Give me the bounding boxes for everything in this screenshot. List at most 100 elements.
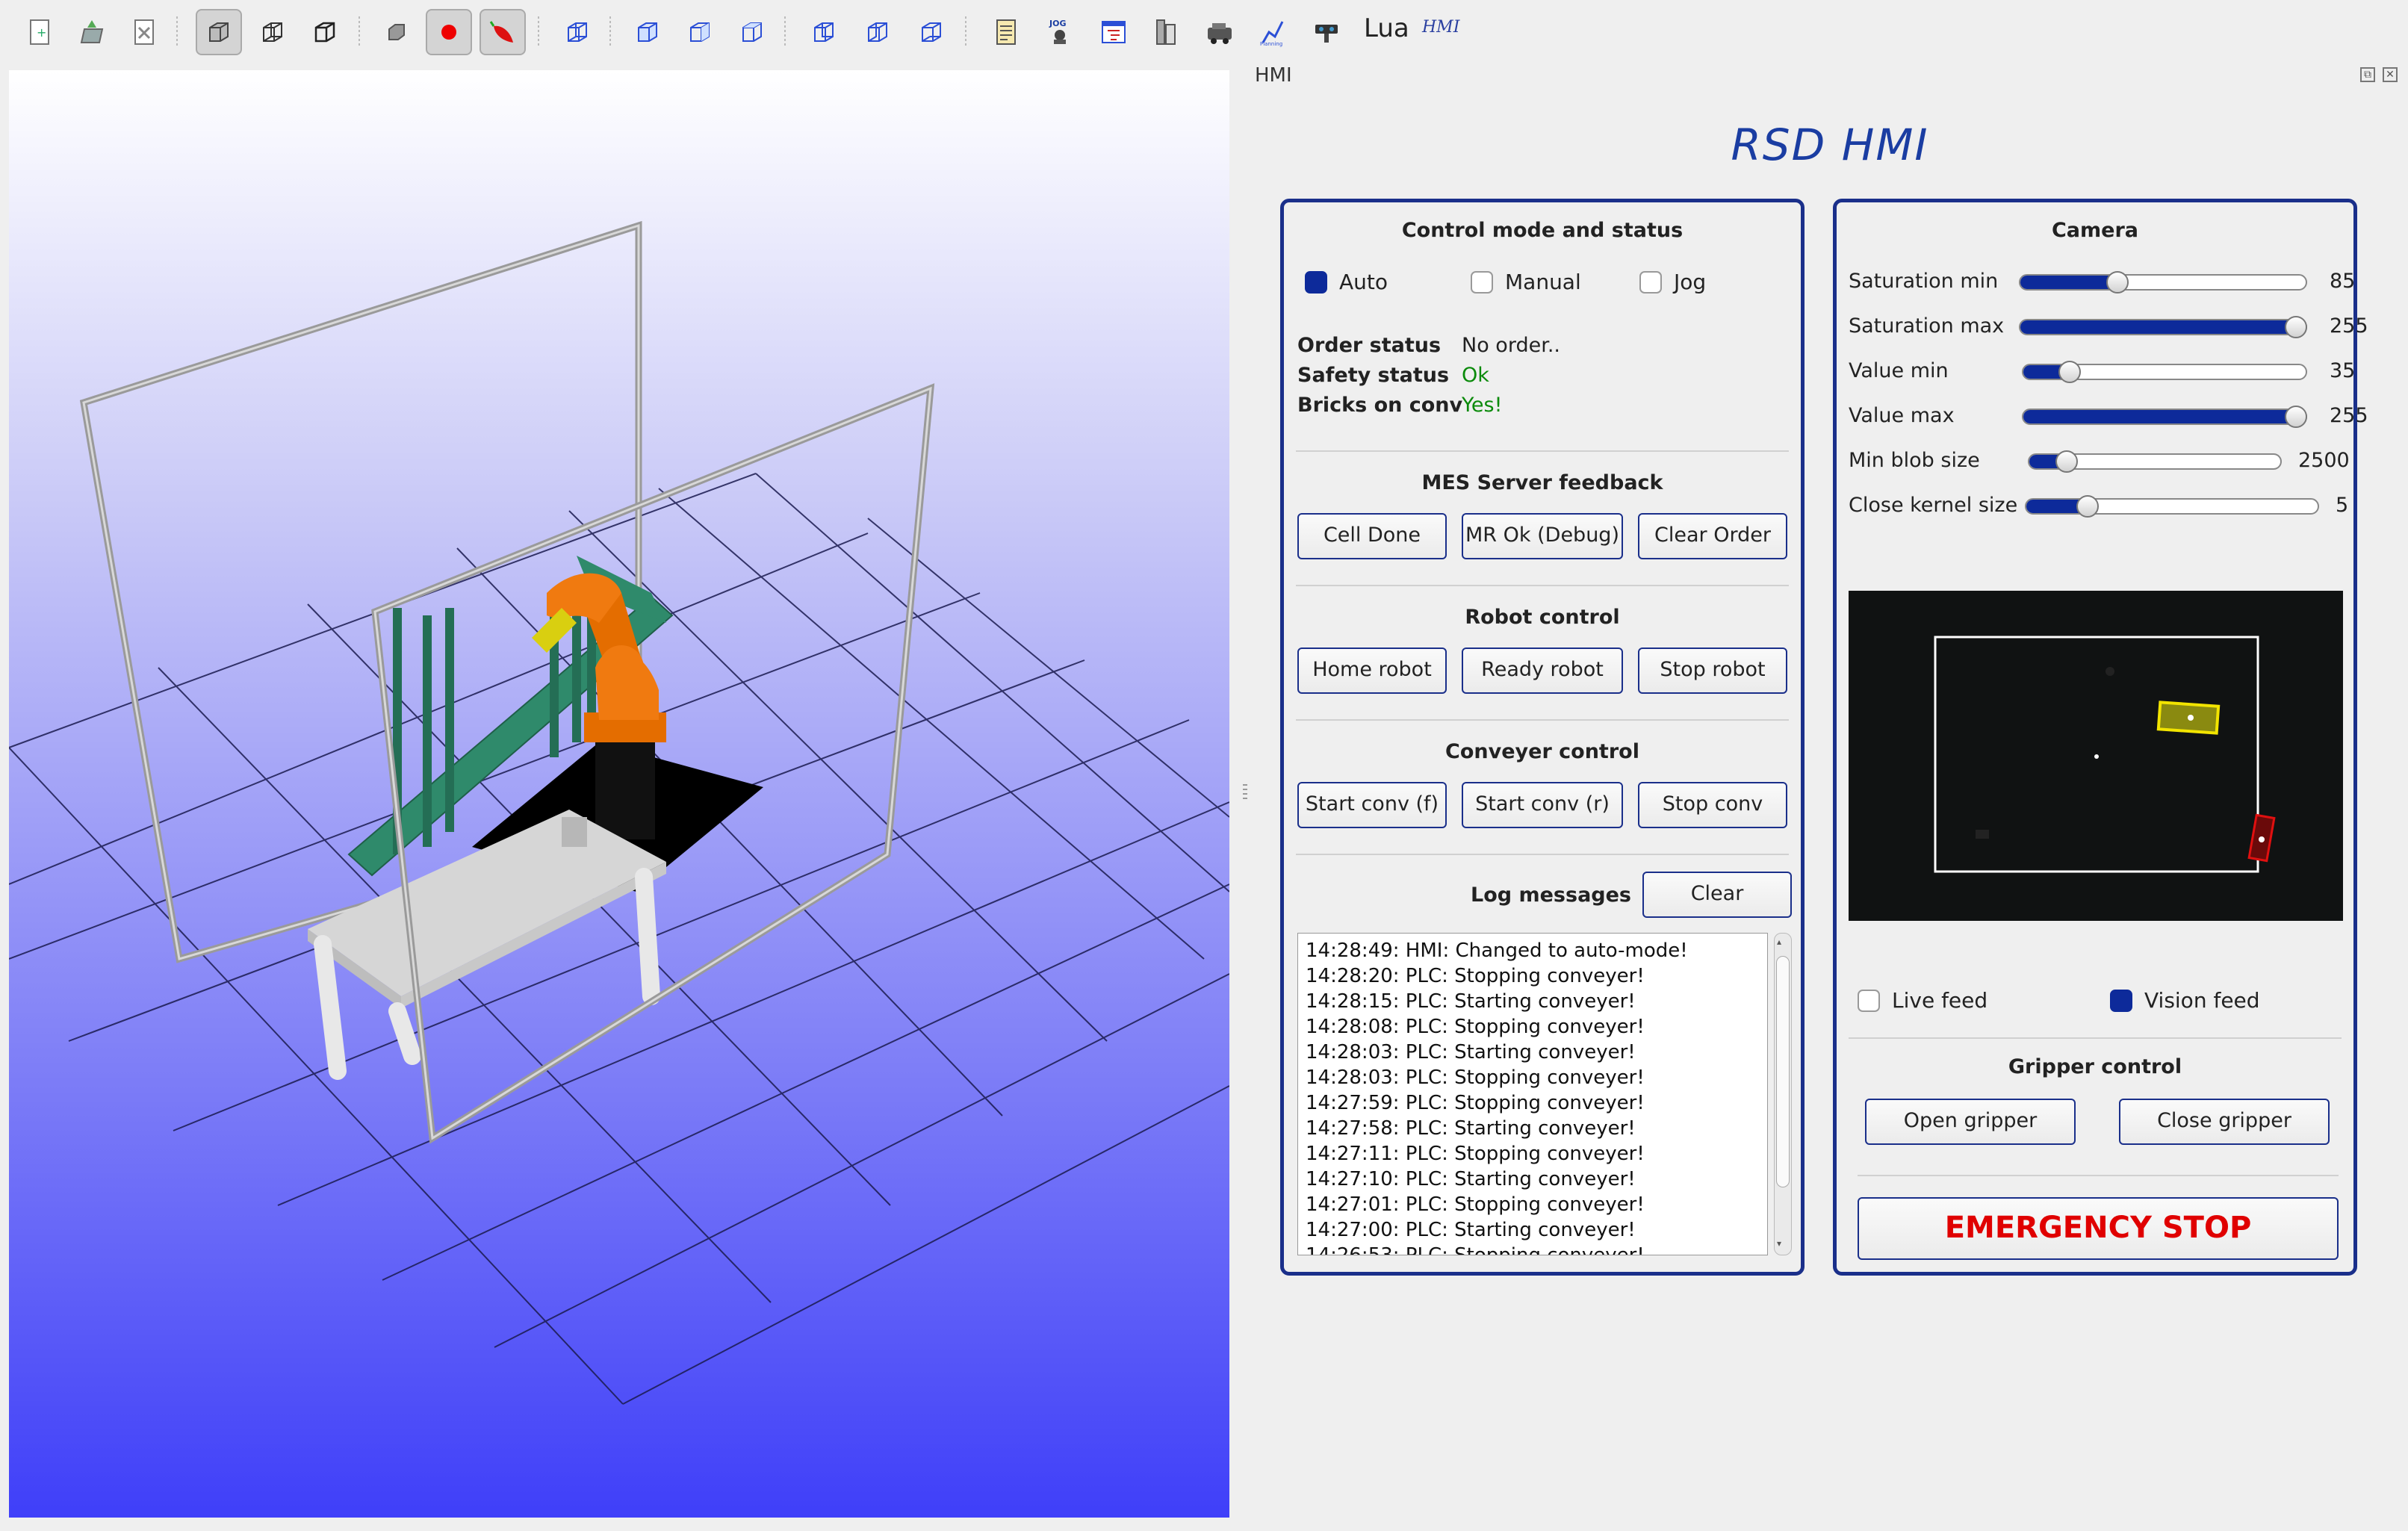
wireframe-view-button[interactable] [249, 9, 296, 55]
playback-plugin-button[interactable] [1197, 9, 1243, 55]
saturation-min-slider[interactable] [2019, 274, 2307, 291]
scroll-up-arrow-icon[interactable]: ▴ [1777, 937, 1781, 947]
robot-pedestal [595, 735, 655, 839]
log-line: 14:28:03: PLC: Stopping conveyer! [1306, 1066, 1645, 1089]
cell-done-button[interactable]: Cell Done [1297, 513, 1447, 559]
clear-order-button[interactable]: Clear Order [1638, 513, 1787, 559]
mes-feedback-title: MES Server feedback [1421, 471, 1663, 494]
safety-status-value: Ok [1462, 364, 1489, 387]
view-back-icon [814, 22, 834, 42]
value-max-label: Value max [1849, 404, 1955, 427]
min-blob-size-value: 2500 [2298, 449, 2350, 472]
close-workcell-button[interactable] [121, 9, 167, 55]
scene-3d-view[interactable] [9, 70, 1229, 1518]
playback-plugin-icon [1208, 23, 1232, 44]
treeview-plugin-icon [1102, 21, 1126, 43]
log-line: 14:28:49: HMI: Changed to auto-mode! [1306, 940, 1688, 962]
properties-plugin-button[interactable] [1143, 9, 1189, 55]
view-front-button[interactable] [624, 9, 671, 55]
gray-cube-button[interactable] [373, 9, 420, 55]
outline-view-icon [314, 22, 335, 43]
treeview-plugin-button[interactable] [1090, 9, 1137, 55]
emergency-stop-button[interactable]: EMERGENCY STOP [1858, 1197, 2339, 1260]
view-back-button[interactable] [801, 9, 847, 55]
view-top-button[interactable] [729, 9, 775, 55]
conveyer-control-title: Conveyer control [1445, 740, 1639, 763]
record-button[interactable] [426, 9, 472, 55]
start-conv-reverse-button[interactable]: Start conv (r) [1462, 782, 1623, 828]
log-line: 14:28:20: PLC: Stopping conveyer! [1306, 965, 1645, 987]
view-left-button[interactable] [854, 9, 901, 55]
log-line: 14:28:08: PLC: Stopping conveyer! [1306, 1016, 1645, 1038]
planning-plugin-button[interactable]: Planning [1250, 9, 1297, 55]
open-workcell-button[interactable] [69, 9, 115, 55]
view-top-icon [742, 22, 762, 42]
close-gripper-button[interactable]: Close gripper [2119, 1099, 2330, 1145]
slider-handle[interactable] [2055, 450, 2079, 473]
properties-plugin-icon [1156, 19, 1176, 45]
close-workcell-icon [134, 19, 154, 45]
scroll-down-arrow-icon[interactable]: ▾ [1777, 1238, 1781, 1249]
jog-plugin-icon: JOG [1049, 19, 1066, 44]
red-pepper-button[interactable] [480, 9, 526, 55]
ready-robot-button[interactable]: Ready robot [1462, 648, 1623, 694]
home-robot-button[interactable]: Home robot [1297, 648, 1447, 694]
view-right-button[interactable] [677, 9, 723, 55]
log-plugin-button[interactable] [983, 9, 1029, 55]
main-toolbar: + JOG Planning Lua HMI [0, 0, 2408, 64]
outline-view-button[interactable] [302, 9, 348, 55]
view-axonometric-button[interactable] [554, 9, 601, 55]
slider-handle[interactable] [2285, 406, 2307, 428]
view-bottom-icon [922, 22, 941, 42]
solid-view-button[interactable] [196, 9, 242, 55]
mr-ok-debug-button[interactable]: MR Ok (Debug) [1462, 513, 1623, 559]
divider [1296, 585, 1789, 586]
slider-handle[interactable] [2076, 495, 2100, 518]
hmi-button[interactable]: HMI [1422, 18, 1459, 37]
log-line: 14:26:53: PLC: Stopping conveyer! [1306, 1244, 1645, 1255]
record-icon [441, 25, 456, 40]
control-panel: Control mode and status Auto Manual Jog … [1280, 199, 1805, 1276]
red-pepper-icon [489, 21, 513, 43]
value-max-value: 255 [2330, 404, 2368, 427]
saturation-max-slider[interactable] [2019, 319, 2307, 335]
view-axonometric-icon [568, 22, 587, 42]
log-plugin-icon [996, 19, 1016, 45]
sensors-plugin-icon [1315, 25, 1338, 43]
new-workcell-button[interactable]: + [16, 9, 63, 55]
lua-button[interactable]: Lua [1364, 13, 1409, 43]
camera-title: Camera [2051, 219, 2138, 242]
slider-handle[interactable] [2285, 316, 2307, 338]
close-kernel-size-slider[interactable] [2025, 498, 2319, 515]
stop-conv-button[interactable]: Stop conv [1638, 782, 1787, 828]
view-bottom-button[interactable] [908, 9, 955, 55]
clear-log-button[interactable]: Clear [1642, 872, 1792, 918]
dock-close-button[interactable]: ✕ [2383, 67, 2398, 82]
log-messages-list[interactable]: 14:28:49: HMI: Changed to auto-mode! 14:… [1297, 933, 1768, 1255]
order-status-value: No order.. [1462, 334, 1560, 357]
planning-plugin-icon: Planning [1260, 21, 1284, 47]
saturation-min-value: 85 [2330, 270, 2356, 293]
dock-title: HMI [1255, 64, 1292, 87]
sensors-plugin-button[interactable] [1304, 9, 1350, 55]
start-conv-forward-button[interactable]: Start conv (f) [1297, 782, 1447, 828]
divider [1296, 450, 1789, 452]
camera-panel: Camera Saturation min 85 Saturation max … [1833, 199, 2368, 1276]
wireframe-view-icon [263, 22, 282, 42]
slider-fill [2026, 500, 2082, 513]
dock-float-button[interactable]: ⧉ [2360, 67, 2375, 82]
log-scrollbar[interactable]: ▴ ▾ [1774, 933, 1792, 1255]
open-workcell-icon [80, 20, 104, 43]
jog-plugin-button[interactable]: JOG [1037, 9, 1083, 55]
slider-fill [2020, 320, 2306, 334]
checkbox-indicator [2110, 990, 2132, 1012]
value-max-slider[interactable] [2022, 409, 2307, 425]
log-scrollbar-thumb[interactable] [1776, 956, 1790, 1187]
log-line: 14:28:15: PLC: Starting conveyer! [1306, 990, 1636, 1013]
open-gripper-button[interactable]: Open gripper [1865, 1099, 2076, 1145]
stop-robot-button[interactable]: Stop robot [1638, 648, 1787, 694]
log-messages-title: Log messages [1471, 883, 1631, 907]
dock-splitter-handle[interactable] [1243, 784, 1247, 802]
slider-fill [2023, 365, 2063, 379]
slider-fill [2020, 276, 2115, 289]
